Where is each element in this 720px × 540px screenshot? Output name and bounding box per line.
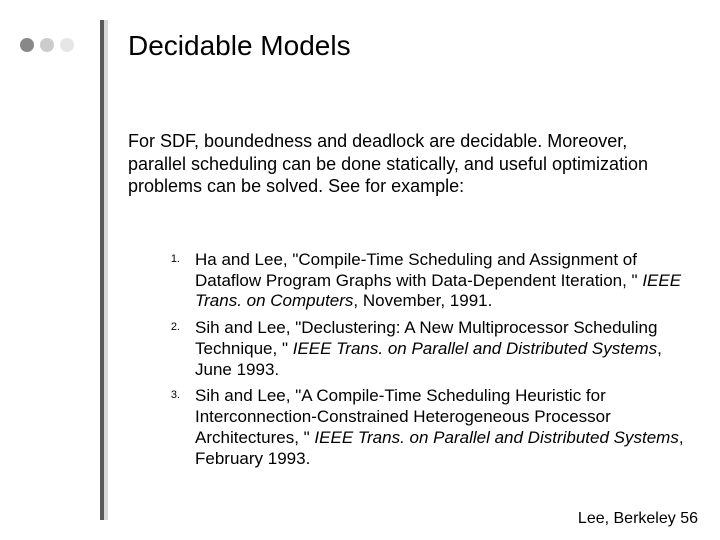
list-item: 1. Ha and Lee, "Compile-Time Scheduling … [150,250,690,312]
ref-journal: IEEE Trans. on Parallel and Distributed … [314,428,678,447]
list-item: 2. Sih and Lee, "Declustering: A New Mul… [150,318,690,380]
slide-footer: Lee, Berkeley 56 [578,510,698,528]
list-number: 3. [150,389,180,402]
list-number: 1. [150,253,180,266]
reference-text: Ha and Lee, "Compile-Time Scheduling and… [195,250,681,310]
slide-title: Decidable Models [128,30,351,62]
reference-text: Sih and Lee, "Declustering: A New Multip… [195,318,662,378]
ref-journal: IEEE Trans. on Parallel and Distributed … [293,339,657,358]
decorator-bullets [20,38,74,52]
intro-paragraph: For SDF, boundedness and deadlock are de… [128,130,683,198]
bullet-dot-icon [20,38,34,52]
ref-pre: Ha and Lee, "Compile-Time Scheduling and… [195,250,642,290]
bullet-dot-icon [40,38,54,52]
slide: Decidable Models For SDF, boundedness an… [0,0,720,540]
vertical-divider [100,20,108,520]
reference-list: 1. Ha and Lee, "Compile-Time Scheduling … [150,250,690,475]
ref-post: , November, 1991. [353,291,492,310]
list-item: 3. Sih and Lee, "A Compile-Time Scheduli… [150,386,690,469]
reference-text: Sih and Lee, "A Compile-Time Scheduling … [195,386,684,467]
list-number: 2. [150,321,180,334]
bullet-dot-icon [60,38,74,52]
